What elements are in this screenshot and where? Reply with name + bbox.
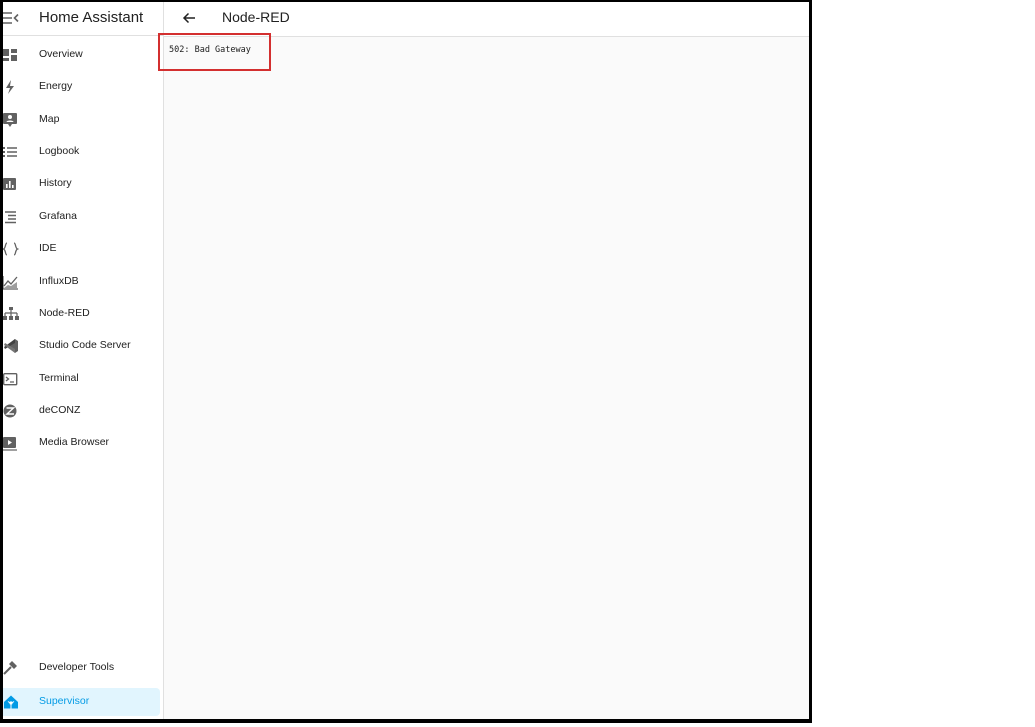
sidebar-header: Home Assistant [3, 2, 163, 36]
top-app-bar: Node-RED [164, 2, 809, 37]
sidebar-item-studio-code-server[interactable]: Studio Code Server [3, 332, 160, 360]
console-icon [3, 371, 19, 387]
lightning-icon [3, 79, 19, 95]
home-assistant-icon [3, 694, 19, 710]
list-icon [3, 144, 19, 160]
sidebar-item-logbook[interactable]: Logbook [3, 138, 160, 166]
play-box-icon [3, 435, 19, 451]
sidebar-item-media-browser[interactable]: Media Browser [3, 429, 160, 457]
sitemap-icon [3, 306, 19, 322]
sidebar-item-deconz[interactable]: deCONZ [3, 397, 160, 425]
sidebar-item-overview[interactable]: Overview [3, 41, 160, 69]
chart-box-icon [3, 176, 19, 192]
page-title: Node-RED [222, 9, 290, 25]
sidebar-item-history[interactable]: History [3, 170, 160, 198]
code-braces-icon [3, 241, 19, 257]
highlight-annotation-box [158, 33, 271, 71]
sidebar: Home Assistant Overview Energy Map Logbo… [3, 2, 164, 719]
map-account-icon [3, 112, 19, 128]
dashboard-icon [3, 47, 19, 63]
sidebar-item-node-red[interactable]: Node-RED [3, 300, 160, 328]
sidebar-item-energy[interactable]: Energy [3, 73, 160, 101]
sidebar-item-influxdb[interactable]: InfluxDB [3, 268, 160, 296]
sidebar-item-terminal[interactable]: Terminal [3, 365, 160, 393]
chart-areaspline-icon [3, 274, 19, 290]
sidebar-item-developer-tools[interactable]: Developer Tools [3, 654, 160, 682]
hammer-icon [3, 660, 19, 676]
text-align-icon [3, 209, 19, 225]
app-window: Home Assistant Overview Energy Map Logbo… [0, 0, 812, 723]
sidebar-item-grafana[interactable]: Grafana [3, 203, 160, 231]
sidebar-item-map[interactable]: Map [3, 106, 160, 134]
menu-open-icon[interactable] [3, 10, 19, 26]
vscode-icon [3, 338, 19, 354]
zigbee-icon [3, 403, 19, 419]
sidebar-item-supervisor[interactable]: Supervisor [3, 688, 160, 716]
app-title: Home Assistant [39, 9, 144, 26]
arrow-left-icon[interactable] [181, 10, 197, 26]
sidebar-item-ide[interactable]: IDE [3, 235, 160, 263]
